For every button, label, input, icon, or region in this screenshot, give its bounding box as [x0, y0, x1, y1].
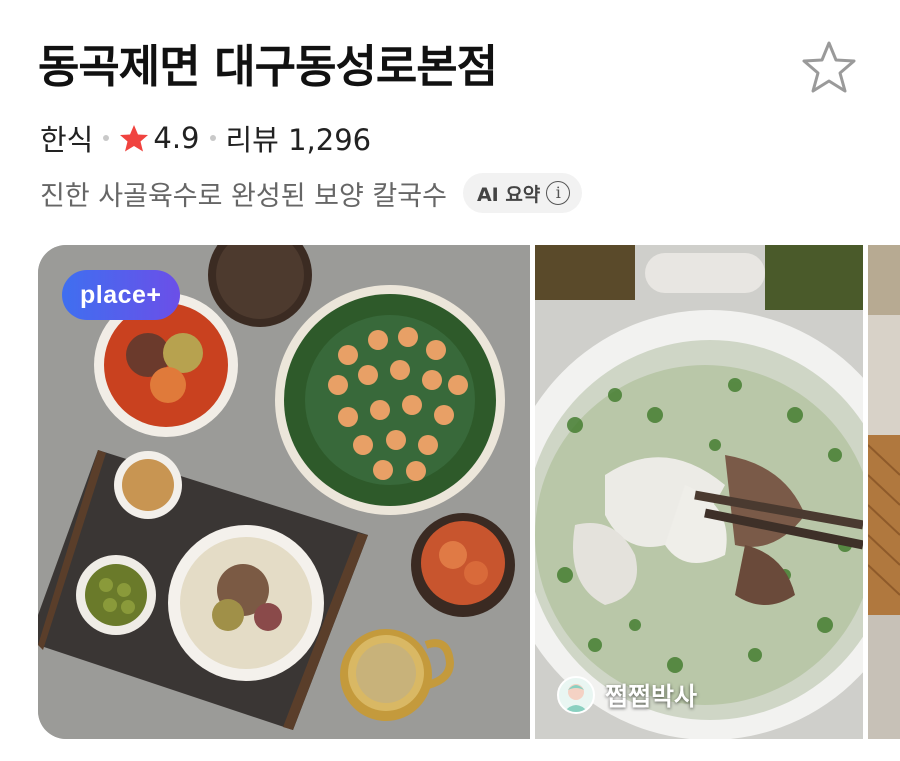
place-description: 진한 사골육수로 완성된 보양 칼국수: [40, 180, 447, 212]
ai-summary-label: AI 요약: [476, 183, 541, 206]
separator-dot: [209, 135, 216, 141]
photo-review[interactable]: 쩝쩝박사: [535, 245, 863, 739]
separator-dot: [103, 135, 110, 141]
description-row: 진한 사골육수로 완성된 보양 칼국수 AI 요약 i: [40, 172, 583, 214]
author-name: 쩝쩝박사: [605, 682, 698, 711]
category-label[interactable]: 한식: [40, 117, 93, 159]
star-outline-icon: [802, 41, 856, 93]
photo-next[interactable]: [868, 245, 900, 739]
next-photo-image: [868, 245, 900, 739]
review-count-link[interactable]: 리뷰 1,296: [226, 117, 372, 159]
review-author[interactable]: 쩝쩝박사: [557, 675, 697, 715]
rating-value: 4.9: [153, 121, 200, 155]
rating-star-icon: [119, 124, 149, 153]
place-title: 동곡제면 대구동성로본점: [38, 40, 498, 93]
place-meta: 한식 4.9 리뷰 1,296: [40, 118, 371, 158]
favorite-button[interactable]: [800, 38, 858, 96]
ai-summary-button[interactable]: AI 요약 i: [462, 173, 583, 213]
place-plus-badge: place+: [62, 270, 180, 320]
info-icon: i: [546, 181, 571, 205]
photo-main[interactable]: place+: [38, 245, 530, 739]
author-avatar: [557, 676, 595, 714]
photo-gallery[interactable]: place+ 쩝쩝박사: [38, 245, 900, 739]
noodle-closeup-image: [535, 245, 863, 739]
